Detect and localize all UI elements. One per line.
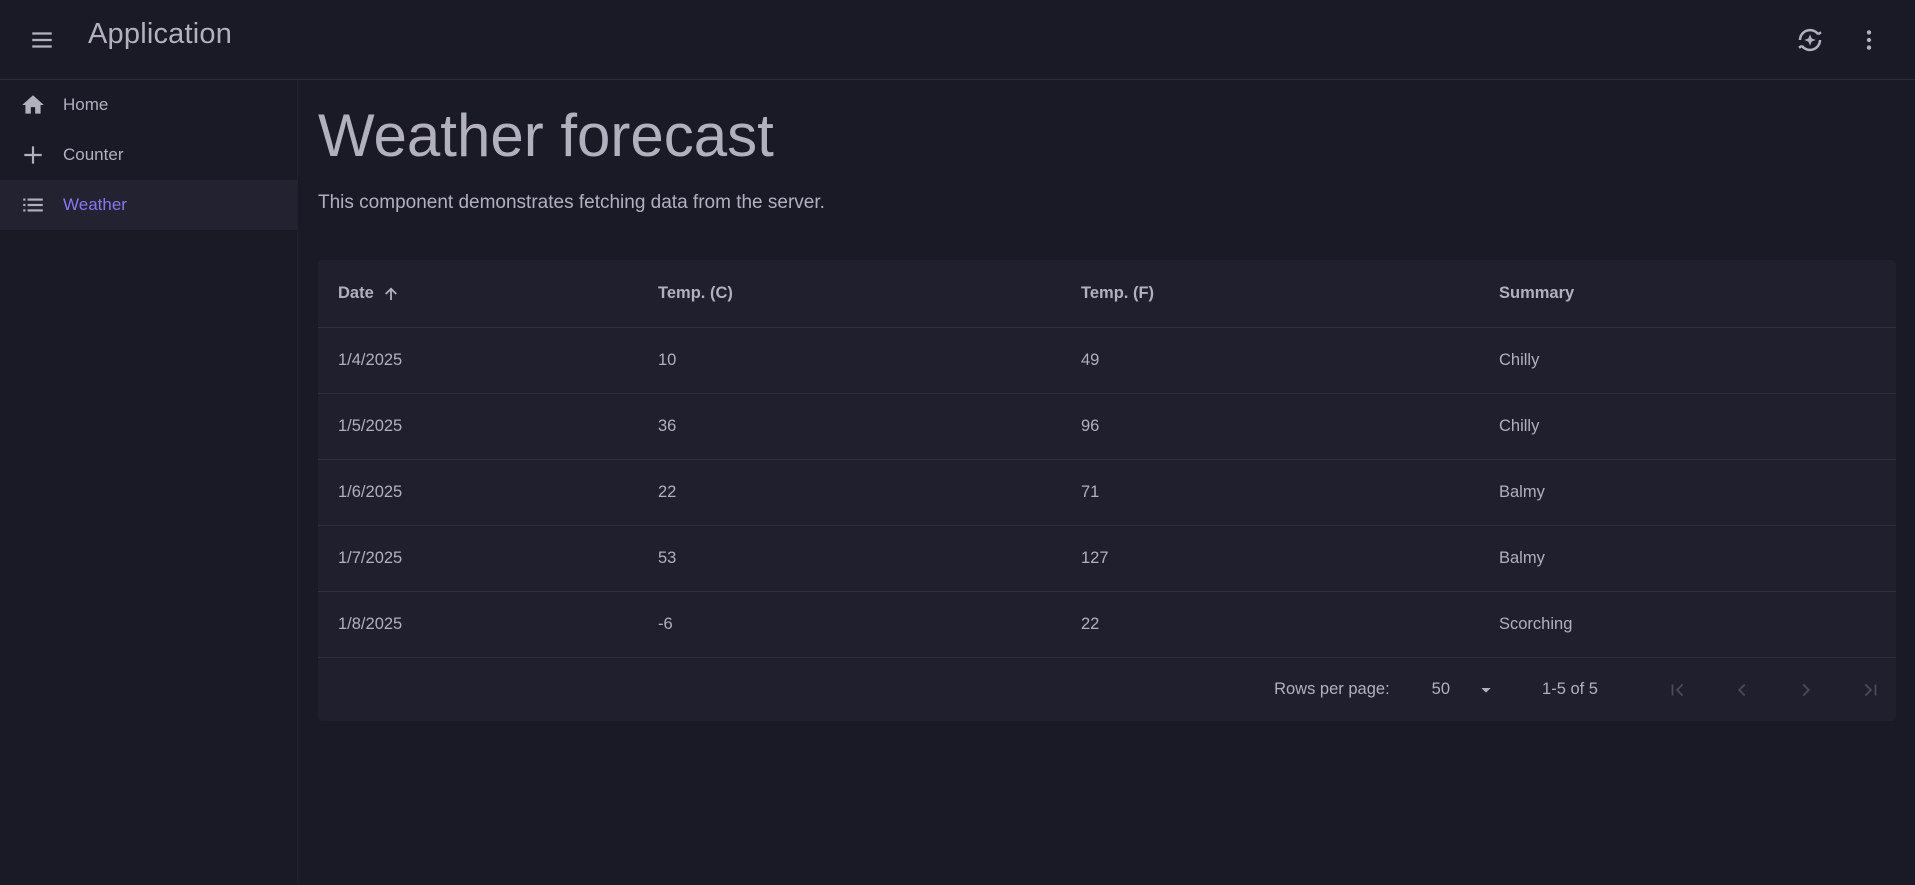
page-description: This component demonstrates fetching dat…: [318, 192, 825, 213]
previous-page-button[interactable]: [1722, 670, 1762, 710]
cell-temp-c: -6: [638, 591, 1061, 658]
table-pager: Rows per page: 50 1-5 of 5: [318, 658, 1896, 721]
home-icon: [20, 92, 46, 118]
theme-toggle-button[interactable]: [1789, 19, 1831, 61]
column-header-label: Date: [338, 284, 374, 302]
more-options-button[interactable]: [1848, 19, 1890, 61]
cell-temp-c: 53: [638, 525, 1061, 592]
table-row: 1/7/2025 53 127 Balmy: [318, 525, 1896, 592]
cell-temp-f: 127: [1061, 525, 1479, 592]
chevron-left-icon: [1737, 683, 1746, 696]
cell-summary: Chilly: [1479, 327, 1896, 394]
first-page-button[interactable]: [1658, 670, 1698, 710]
nav-item-counter[interactable]: Counter: [0, 130, 297, 180]
menu-button[interactable]: [22, 20, 62, 60]
rows-per-page-label: Rows per page:: [1274, 680, 1390, 698]
plus-icon: [20, 142, 46, 168]
cell-temp-f: 71: [1061, 459, 1479, 526]
nav-item-weather[interactable]: Weather: [0, 180, 297, 230]
column-header-temp-f[interactable]: Temp. (F): [1061, 260, 1479, 328]
page-range-text: 1-5 of 5: [1542, 680, 1598, 698]
cell-summary: Balmy: [1479, 459, 1896, 526]
next-page-button[interactable]: [1786, 670, 1826, 710]
first-page-icon: [1671, 683, 1684, 696]
last-page-button[interactable]: [1850, 670, 1890, 710]
cell-date: 1/8/2025: [318, 591, 638, 658]
cell-temp-c: 22: [638, 459, 1061, 526]
sort-button-date[interactable]: Date: [338, 284, 400, 303]
table-row: 1/5/2025 36 96 Chilly: [318, 393, 1896, 460]
rows-per-page-value: 50: [1431, 680, 1451, 698]
auto-mode-icon: [1798, 28, 1822, 52]
cell-temp-f: 96: [1061, 393, 1479, 460]
app-title: Application: [88, 18, 233, 50]
menu-icon: [32, 32, 52, 48]
table-header-row: Date Temp. (C) Temp. (F) Summary: [318, 260, 1896, 328]
more-vert-icon: [1866, 30, 1872, 50]
last-page-icon: [1864, 683, 1877, 696]
column-header-date[interactable]: Date: [318, 260, 638, 328]
column-header-temp-c[interactable]: Temp. (C): [638, 260, 1061, 328]
list-icon: [20, 192, 46, 218]
cell-summary: Balmy: [1479, 525, 1896, 592]
cell-date: 1/4/2025: [318, 327, 638, 394]
cell-temp-c: 10: [638, 327, 1061, 394]
nav-item-label: Weather: [63, 195, 127, 214]
weather-table: Date Temp. (C) Temp. (F) Summary 1/4/202…: [318, 260, 1896, 721]
page-title: Weather forecast: [318, 102, 774, 169]
arrow-drop-down-icon: [1481, 687, 1491, 693]
table-row: 1/8/2025 -6 22 Scorching: [318, 591, 1896, 658]
cell-summary: Scorching: [1479, 591, 1896, 658]
arrow-up-icon: [384, 286, 397, 300]
cell-date: 1/5/2025: [318, 393, 638, 460]
rows-per-page-select[interactable]: 50: [1432, 680, 1494, 699]
chevron-right-icon: [1802, 683, 1811, 696]
column-header-summary[interactable]: Summary: [1479, 260, 1896, 328]
app-bar: Application: [0, 0, 1915, 80]
nav-item-label: Counter: [63, 145, 124, 164]
nav-item-label: Home: [63, 95, 109, 114]
cell-summary: Chilly: [1479, 393, 1896, 460]
cell-temp-c: 36: [638, 393, 1061, 460]
cell-temp-f: 49: [1061, 327, 1479, 394]
nav-drawer: Home Counter Weather: [0, 80, 298, 885]
cell-date: 1/6/2025: [318, 459, 638, 526]
cell-date: 1/7/2025: [318, 525, 638, 592]
table-row: 1/6/2025 22 71 Balmy: [318, 459, 1896, 526]
nav-item-home[interactable]: Home: [0, 80, 297, 130]
table-row: 1/4/2025 10 49 Chilly: [318, 327, 1896, 394]
cell-temp-f: 22: [1061, 591, 1479, 658]
main-content: Weather forecast This component demonstr…: [318, 80, 1896, 721]
